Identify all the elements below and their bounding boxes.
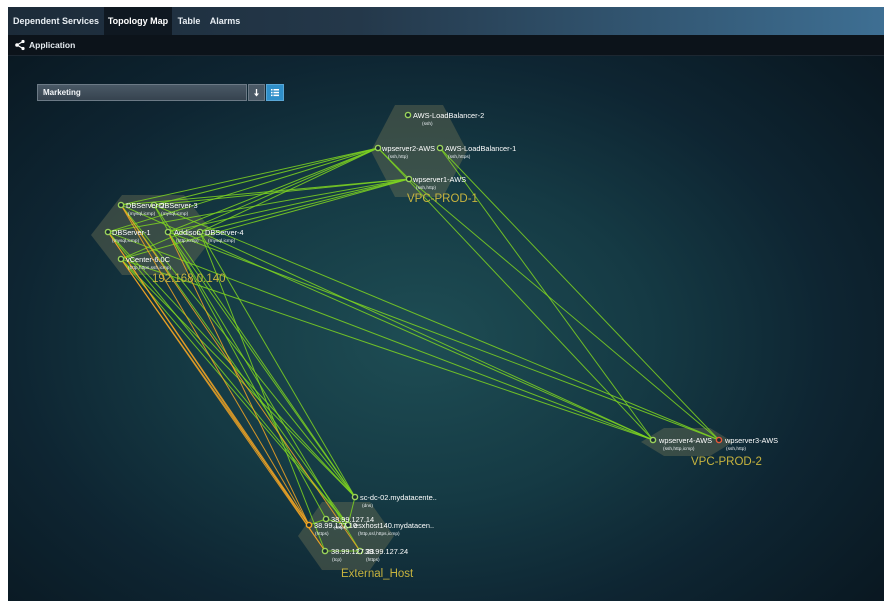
node-protocols-aws-loadbalancer-2: (ssh): [422, 122, 433, 127]
node-label-sc-dc-02[interactable]: sc-dc-02.mydatacente..: [360, 493, 437, 502]
node-protocols-dbserver-4: (mysql,icmp): [208, 239, 236, 244]
node-protocols-esxhost140: (http,ssl,https,icmp): [358, 532, 400, 537]
node-protocols-38-99-127-10: (https): [315, 532, 329, 537]
node-label-addison[interactable]: Addison: [174, 228, 201, 237]
node-protocols-wpserver2-aws: (ssh,http): [388, 155, 408, 160]
tab-table[interactable]: Table: [172, 7, 206, 35]
node-label-wpserver4-aws[interactable]: wpserver4-AWS: [659, 436, 712, 445]
node-protocols-wpserver1-aws: (ssh,http): [416, 186, 436, 191]
connection-edge[interactable]: [120, 204, 654, 441]
node-protocols-aws-loadbalancer-1: (ssh,https): [448, 155, 471, 160]
node-label-38-99-127-24[interactable]: 38.99.127.24: [365, 547, 408, 556]
node-label-vcenter[interactable]: vCenter-6.0C: [126, 255, 170, 264]
node-label-dbserver-1[interactable]: DBServer-1: [112, 228, 151, 237]
node-label-dbserver-4[interactable]: DBServer-4: [205, 228, 244, 237]
group-label-192-168-0-140[interactable]: 192.168.0.140: [152, 273, 226, 286]
node-protocols-wpserver3-aws: (ssh,http): [726, 447, 746, 452]
application-select[interactable]: Marketing: [37, 84, 247, 101]
node-label-wpserver3-aws[interactable]: wpserver3-AWS: [725, 436, 778, 445]
topology-map-canvas[interactable]: AWS-LoadBalancer-2 (ssh) wpserver2-AWS (…: [8, 56, 884, 601]
node-label-esxhost140[interactable]: esxhost140.mydatacen..: [354, 521, 434, 530]
group-label-vpc-prod-1[interactable]: VPC-PROD-1: [407, 193, 478, 206]
sort-button[interactable]: [248, 84, 265, 101]
group-label-external-host[interactable]: External_Host: [341, 568, 413, 581]
node-db2[interactable]: [117, 201, 125, 209]
node-wp2[interactable]: [374, 144, 382, 152]
connection-edge[interactable]: [439, 147, 654, 441]
node-vc[interactable]: [117, 255, 125, 263]
node-db1[interactable]: [104, 228, 112, 236]
node-label-wpserver2-aws[interactable]: wpserver2-AWS: [382, 144, 435, 153]
node-label-aws-loadbalancer-2[interactable]: AWS-LoadBalancer-2: [413, 111, 484, 120]
node-label-dbserver-3[interactable]: DBServer-3: [159, 201, 198, 210]
tab-dependent-services[interactable]: Dependent Services: [8, 7, 104, 35]
node-e23[interactable]: [321, 547, 329, 555]
node-wp1[interactable]: [405, 175, 413, 183]
topology-graph: [91, 105, 733, 570]
node-protocols-dbserver-1: (mysql,icmp): [112, 239, 140, 244]
node-lb1[interactable]: [436, 144, 444, 152]
node-protocols-38-99-127-23: (tcp): [332, 558, 342, 563]
node-label-wpserver1-aws[interactable]: wpserver1-AWS: [413, 175, 466, 184]
group-label-vpc-prod-2[interactable]: VPC-PROD-2: [691, 456, 762, 469]
node-lb2[interactable]: [404, 111, 412, 119]
share-icon: [15, 39, 25, 51]
connection-edge[interactable]: [120, 204, 310, 526]
node-label-aws-loadbalancer-1[interactable]: AWS-LoadBalancer-1: [445, 144, 516, 153]
connection-edge[interactable]: [167, 231, 720, 441]
node-protocols-38-99-127-24: (https): [366, 558, 380, 563]
node-sc[interactable]: [351, 493, 359, 501]
connection-edge[interactable]: [153, 204, 356, 498]
node-protocols-sc-dc-02: (dns): [362, 504, 373, 509]
node-protocols-wpserver4-aws: (ssh,http,icmp): [663, 447, 695, 452]
node-protocols-addison: (http,icmp): [176, 239, 199, 244]
connection-edge[interactable]: [120, 204, 356, 498]
node-wp4[interactable]: [649, 436, 657, 444]
node-label-38-99-127-10[interactable]: 38.99.127.10: [314, 521, 357, 530]
connection-edge[interactable]: [107, 147, 379, 233]
breadcrumb: Application: [8, 35, 884, 56]
list-icon: [271, 89, 279, 97]
list-view-button[interactable]: [266, 84, 284, 101]
connection-edge[interactable]: [199, 231, 356, 498]
connection-edge[interactable]: [439, 147, 720, 441]
node-add[interactable]: [164, 228, 172, 236]
node-e10[interactable]: [305, 521, 313, 529]
connection-edges: [107, 147, 720, 552]
application-select-value: Marketing: [43, 88, 81, 97]
node-protocols-vcenter: (http,https,ssh,icmp): [128, 266, 172, 271]
tab-topology-map[interactable]: Topology Map: [104, 7, 172, 35]
node-protocols-dbserver-3: (mysql,icmp): [161, 212, 189, 217]
node-protocols-dbserver-2: (mysql,icmp): [128, 212, 156, 217]
tab-alarms[interactable]: Alarms: [206, 7, 244, 35]
connection-edge[interactable]: [120, 204, 349, 526]
tab-bar: Dependent Services Topology Map Table Al…: [8, 7, 884, 35]
arrow-down-icon: [254, 89, 259, 97]
node-wp3[interactable]: [715, 436, 723, 444]
breadcrumb-label[interactable]: Application: [29, 35, 75, 55]
application-topology-window: Dependent Services Topology Map Table Al…: [8, 7, 884, 601]
connection-edge[interactable]: [199, 178, 410, 233]
